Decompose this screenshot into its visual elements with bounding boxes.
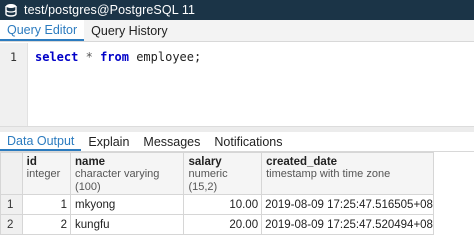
column-header-id[interactable]: id integer — [21, 152, 72, 195]
tab-query-history[interactable]: Query History — [84, 20, 174, 41]
keyword-select: select — [35, 50, 79, 64]
cell-id[interactable]: 1 — [21, 194, 72, 215]
cell-created-date[interactable]: 2019-08-09 17:25:47.516505+08 — [261, 194, 434, 215]
column-header-created-date[interactable]: created_date timestamp with time zone — [261, 152, 434, 195]
grid-header-row: id integer name character varying (100) … — [0, 152, 434, 195]
cell-id[interactable]: 2 — [21, 214, 72, 235]
star-operator: * — [85, 50, 93, 64]
connection-title: test/postgres@PostgreSQL 11 — [24, 3, 196, 17]
result-tab-bar: Data Output Explain Messages Notificatio… — [0, 132, 474, 152]
column-type: character varying (100) — [75, 168, 160, 193]
window-titlebar: test/postgres@PostgreSQL 11 — [0, 0, 474, 20]
tab-notifications[interactable]: Notifications — [207, 132, 289, 151]
column-name: created_date — [266, 156, 338, 168]
database-icon — [2, 0, 20, 20]
data-output-grid: id integer name character varying (100) … — [0, 152, 434, 235]
column-type: timestamp with time zone — [266, 168, 391, 180]
sql-editor[interactable]: 1 select * from employee; — [0, 43, 474, 126]
column-name: name — [75, 156, 106, 168]
editor-tab-bar: Query Editor Query History — [0, 20, 474, 42]
column-name: salary — [188, 156, 222, 168]
cell-salary[interactable]: 20.00 — [183, 214, 263, 235]
cell-created-date[interactable]: 2019-08-09 17:25:47.520494+08 — [261, 214, 434, 235]
table-row[interactable]: 1 1 mkyong 10.00 2019-08-09 17:25:47.516… — [0, 194, 434, 215]
tab-data-output[interactable]: Data Output — [0, 132, 82, 151]
line-number-gutter: 1 — [0, 43, 28, 126]
column-type: integer — [26, 168, 61, 180]
tab-query-editor[interactable]: Query Editor — [0, 20, 85, 41]
row-number-header[interactable] — [0, 152, 23, 195]
column-header-name[interactable]: name character varying (100) — [70, 152, 185, 195]
tab-messages[interactable]: Messages — [136, 132, 207, 151]
row-number-cell[interactable]: 2 — [0, 214, 23, 235]
line-number: 1 — [10, 50, 17, 64]
table-row[interactable]: 2 2 kungfu 20.00 2019-08-09 17:25:47.520… — [0, 214, 434, 235]
row-number-cell[interactable]: 1 — [0, 194, 23, 215]
keyword-from: from — [100, 50, 129, 64]
cell-name[interactable]: kungfu — [70, 214, 185, 235]
sql-code-line[interactable]: select * from employee; — [28, 43, 201, 126]
column-type: numeric (15,2) — [188, 168, 228, 193]
table-name-token: employee; — [136, 50, 202, 64]
tab-explain[interactable]: Explain — [81, 132, 136, 151]
cell-salary[interactable]: 10.00 — [183, 194, 263, 215]
cell-name[interactable]: mkyong — [70, 194, 185, 215]
column-header-salary[interactable]: salary numeric (15,2) — [183, 152, 263, 195]
column-name: id — [26, 156, 37, 168]
